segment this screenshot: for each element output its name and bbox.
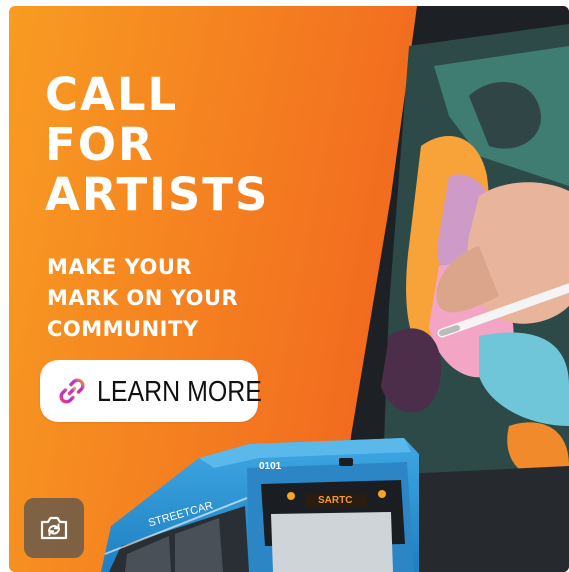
streetcar-number: 0101: [259, 461, 282, 472]
subheadline-line-3: COMMUNITY: [47, 317, 199, 341]
promo-card[interactable]: CALL FOR ARTISTS MAKE YOUR MARK ON YOUR …: [9, 6, 569, 572]
headline-line-2: FOR: [45, 118, 155, 171]
headline-line-3: ARTISTS: [45, 168, 270, 221]
subheadline-line-2: MARK ON YOUR: [47, 286, 239, 310]
learn-more-label: LEARN MORE: [97, 376, 262, 408]
camera-rotate-icon: [40, 516, 68, 540]
learn-more-button[interactable]: LEARN MORE: [40, 360, 262, 422]
headline-line-1: CALL: [45, 68, 179, 121]
subheadline-line-1: MAKE YOUR: [47, 255, 193, 279]
streetcar-destination-sign: SARTC: [318, 495, 353, 506]
headline: CALL FOR ARTISTS: [45, 70, 269, 220]
link-icon: [59, 378, 85, 404]
camera-rotate-button[interactable]: [24, 498, 84, 558]
subheadline: MAKE YOUR MARK ON YOUR COMMUNITY: [47, 252, 238, 345]
